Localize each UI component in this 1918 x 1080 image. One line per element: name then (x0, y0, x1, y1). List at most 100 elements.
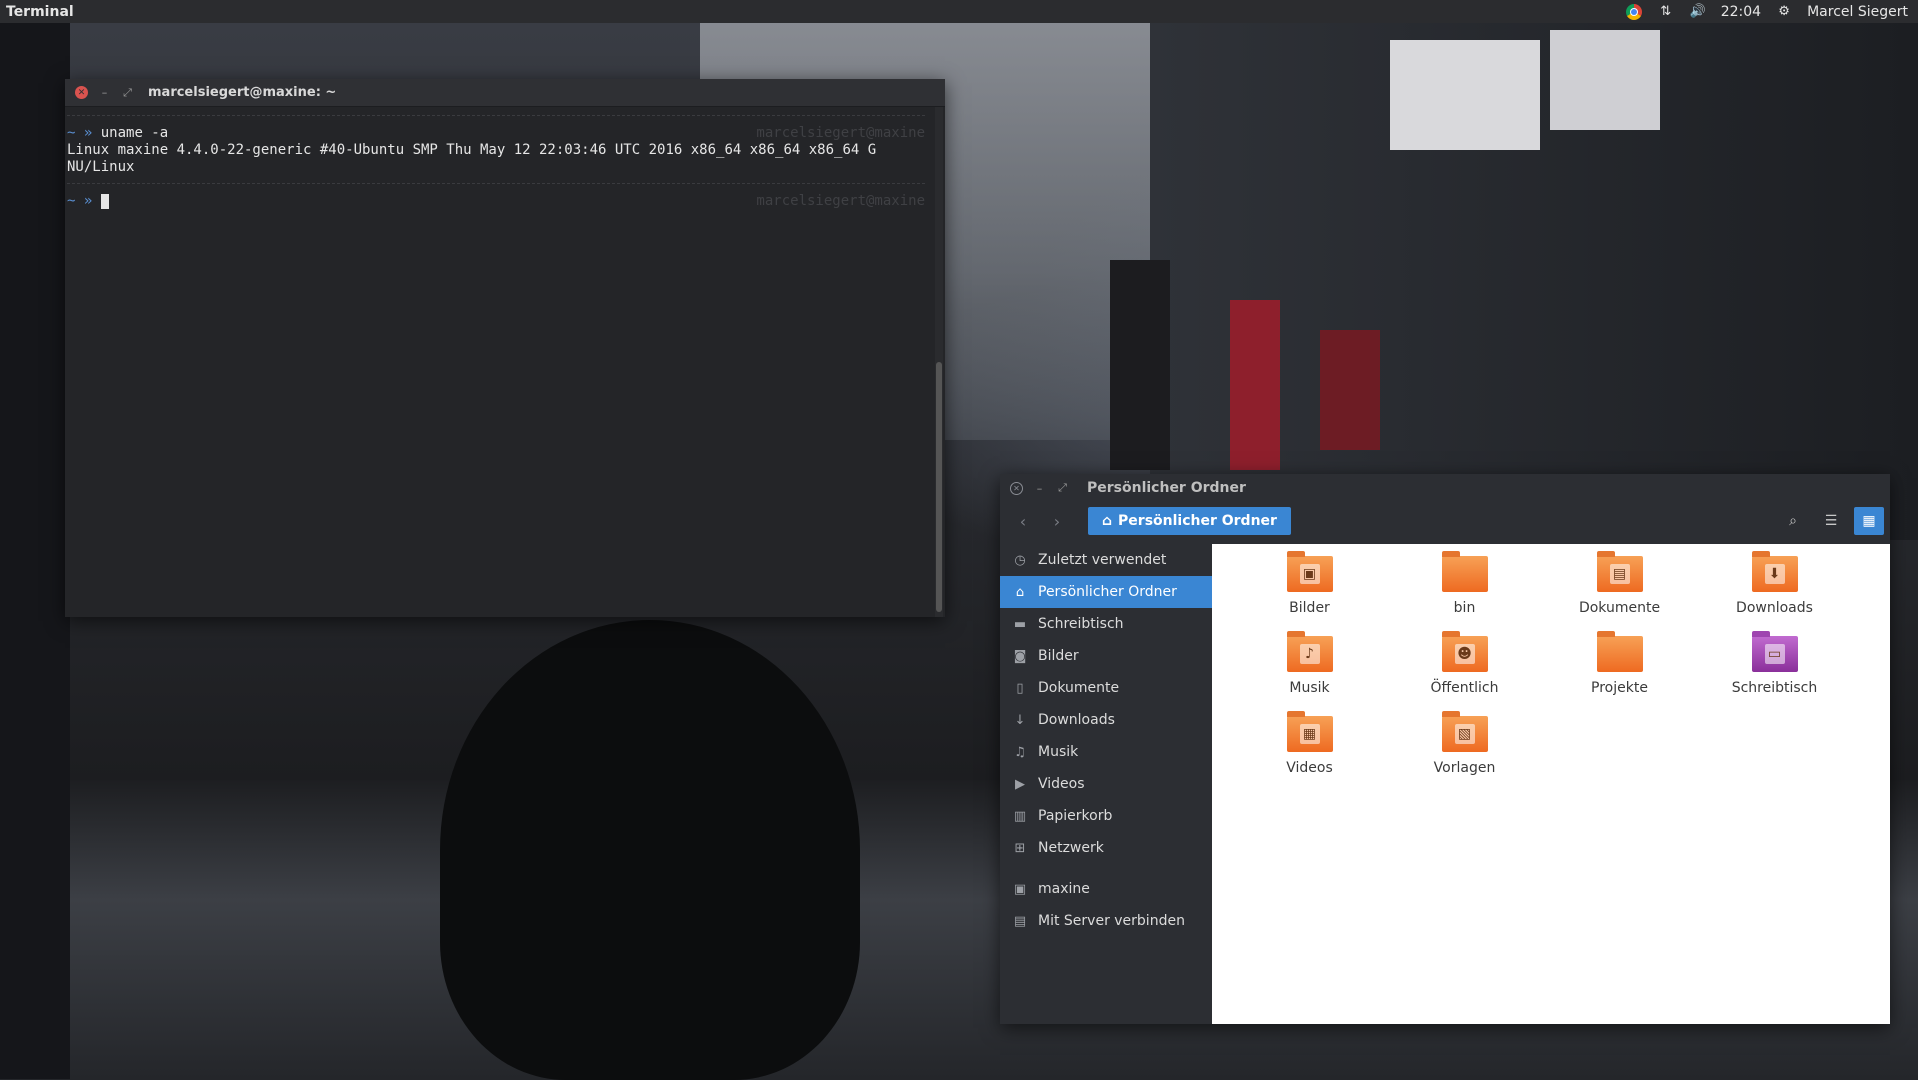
files-titlebar[interactable]: ✕ – ⤢ Persönlicher Ordner (1000, 474, 1890, 502)
chrome-icon[interactable] (1625, 3, 1643, 21)
back-button[interactable]: ‹ (1012, 510, 1034, 532)
folder-item-bin[interactable]: bin (1387, 551, 1542, 616)
terminal-title: marcelsiegert@maxine: ~ (148, 85, 337, 100)
maximize-icon[interactable]: ⤢ (121, 86, 134, 99)
gear-icon[interactable]: ⚙ (1775, 3, 1793, 21)
files-content-view[interactable]: ▣ Bilder bin ▤ Dokumente ⬇ Downloads ♪ M… (1212, 544, 1890, 1024)
clock-icon: ◷ (1014, 552, 1026, 568)
active-app-name[interactable]: Terminal (0, 4, 74, 20)
sidebar-item-trash[interactable]: ▥ Papierkorb (1000, 800, 1212, 832)
list-view-button[interactable]: ☰ (1816, 507, 1846, 535)
terminal-line: ~ » (67, 193, 109, 210)
music-icon: ♪ (1299, 644, 1320, 664)
close-icon[interactable]: ✕ (75, 86, 88, 99)
home-icon: ⌂ (1015, 584, 1025, 600)
sidebar-item-connect-server[interactable]: ▤ Mit Server verbinden (1000, 905, 1212, 937)
document-icon: ▯ (1016, 680, 1024, 696)
terminal-output[interactable]: marcelsiegert@maxine ~ » uname -a Linux … (65, 107, 933, 617)
prompt-separator (67, 115, 925, 117)
drive-icon: ▣ (1013, 881, 1027, 897)
server-icon: ▤ (1013, 913, 1027, 929)
search-icon: ⌕ (1789, 513, 1797, 529)
sidebar-item-drive[interactable]: ▣ maxine (1000, 873, 1212, 905)
right-prompt: marcelsiegert@maxine (756, 193, 925, 209)
terminal-titlebar[interactable]: ✕ – ⤢ marcelsiegert@maxine: ~ (65, 79, 945, 107)
text-cursor (100, 193, 109, 209)
right-prompt: marcelsiegert@maxine (756, 125, 925, 141)
maximize-icon[interactable]: ⤢ (1056, 481, 1069, 495)
scrollbar-thumb[interactable] (936, 362, 942, 612)
network-icon[interactable]: ⇅ (1657, 3, 1675, 21)
person-icon: ☻ (1454, 644, 1475, 664)
folder-icon: ♪ (1286, 631, 1333, 672)
list-icon: ☰ (1824, 513, 1838, 529)
folder-item-schreibtisch[interactable]: ▭ Schreibtisch (1697, 631, 1852, 696)
grid-icon: ▦ (1862, 513, 1876, 529)
home-icon: ⌂ (1102, 513, 1113, 529)
sidebar-item-desktop[interactable]: ▬ Schreibtisch (1000, 608, 1212, 640)
forward-button[interactable]: › (1046, 510, 1068, 532)
film-icon: ▦ (1299, 724, 1320, 744)
folder-icon (1441, 551, 1488, 592)
sidebar-item-network[interactable]: ⊞ Netzwerk (1000, 832, 1212, 864)
folder-item-vorlagen[interactable]: ▧ Vorlagen (1387, 711, 1542, 776)
sidebar-item-documents[interactable]: ▯ Dokumente (1000, 672, 1212, 704)
grid-view-button[interactable]: ▦ (1854, 507, 1884, 535)
clock[interactable]: 22:04 (1721, 4, 1761, 20)
files-title: Persönlicher Ordner (1087, 480, 1246, 496)
minimize-icon[interactable]: – (98, 86, 111, 99)
terminal-line: ~ » uname -a (67, 125, 169, 141)
folder-item-downloads[interactable]: ⬇ Downloads (1697, 551, 1852, 616)
user-name[interactable]: Marcel Siegert (1807, 4, 1908, 20)
camera-icon: ◙ (1013, 648, 1027, 664)
terminal-scrollbar[interactable] (935, 107, 943, 617)
document-icon: ▤ (1609, 564, 1630, 584)
prompt-separator (67, 183, 925, 185)
close-icon[interactable]: ✕ (1010, 481, 1023, 495)
sidebar-item-recent[interactable]: ◷ Zuletzt verwendet (1000, 544, 1212, 576)
folder-item-projekte[interactable]: Projekte (1542, 631, 1697, 696)
terminal-line: Linux maxine 4.4.0-22-generic #40-Ubuntu… (67, 142, 877, 158)
music-icon: ♫ (1014, 744, 1026, 760)
folder-item-dokumente[interactable]: ▤ Dokumente (1542, 551, 1697, 616)
search-button[interactable]: ⌕ (1778, 507, 1808, 535)
folder-icon: ▦ (1286, 711, 1333, 752)
path-bar-home[interactable]: ⌂ Persönlicher Ordner (1088, 507, 1291, 535)
folder-icon: ▣ (1286, 551, 1333, 592)
folder-icon: ▭ (1751, 631, 1798, 672)
system-tray: ⇅ 🔊 22:04 ⚙ Marcel Siegert (1625, 3, 1918, 21)
minimize-icon[interactable]: – (1033, 482, 1046, 495)
picture-icon: ▣ (1299, 564, 1320, 584)
icon-grid: ▣ Bilder bin ▤ Dokumente ⬇ Downloads ♪ M… (1232, 551, 1852, 776)
folder-item-videos[interactable]: ▦ Videos (1232, 711, 1387, 776)
folder-icon: ☻ (1441, 631, 1488, 672)
sidebar-item-pictures[interactable]: ◙ Bilder (1000, 640, 1212, 672)
places-sidebar: ◷ Zuletzt verwendet ⌂ Persönlicher Ordner … (1000, 544, 1212, 1024)
desktop-icon: ▭ (1764, 644, 1785, 664)
folder-icon: ▧ (1441, 711, 1488, 752)
top-panel: Terminal ⇅ 🔊 22:04 ⚙ Marcel Siegert (0, 0, 1918, 23)
folder-item-musik[interactable]: ♪ Musik (1232, 631, 1387, 696)
template-icon: ▧ (1454, 724, 1475, 744)
network-icon: ⊞ (1014, 840, 1026, 856)
folder-icon: ▬ (1013, 616, 1027, 632)
download-icon: ↓ (1014, 712, 1026, 728)
folder-item-oeffentlich[interactable]: ☻ Öffentlich (1387, 631, 1542, 696)
view-controls: ⌕ ☰ ▦ (1778, 507, 1884, 535)
volume-icon[interactable]: 🔊 (1689, 3, 1707, 21)
video-icon: ▶ (1015, 776, 1025, 792)
download-icon: ⬇ (1764, 564, 1785, 584)
terminal-window[interactable]: ✕ – ⤢ marcelsiegert@maxine: ~ marcelsieg… (65, 79, 945, 617)
sidebar-item-home[interactable]: ⌂ Persönlicher Ordner (1000, 576, 1212, 608)
sidebar-item-downloads[interactable]: ↓ Downloads (1000, 704, 1212, 736)
folder-item-bilder[interactable]: ▣ Bilder (1232, 551, 1387, 616)
folder-icon: ▤ (1596, 551, 1643, 592)
path-label: Persönlicher Ordner (1118, 513, 1277, 529)
sidebar-item-videos[interactable]: ▶ Videos (1000, 768, 1212, 800)
sidebar-item-music[interactable]: ♫ Musik (1000, 736, 1212, 768)
files-toolbar: ‹ › ⌂ Persönlicher Ordner ⌕ ☰ ▦ (1000, 502, 1890, 540)
folder-icon: ⬇ (1751, 551, 1798, 592)
folder-icon (1596, 631, 1643, 672)
file-manager-window[interactable]: ✕ – ⤢ Persönlicher Ordner ‹ › ⌂ Persönli… (1000, 474, 1890, 1024)
